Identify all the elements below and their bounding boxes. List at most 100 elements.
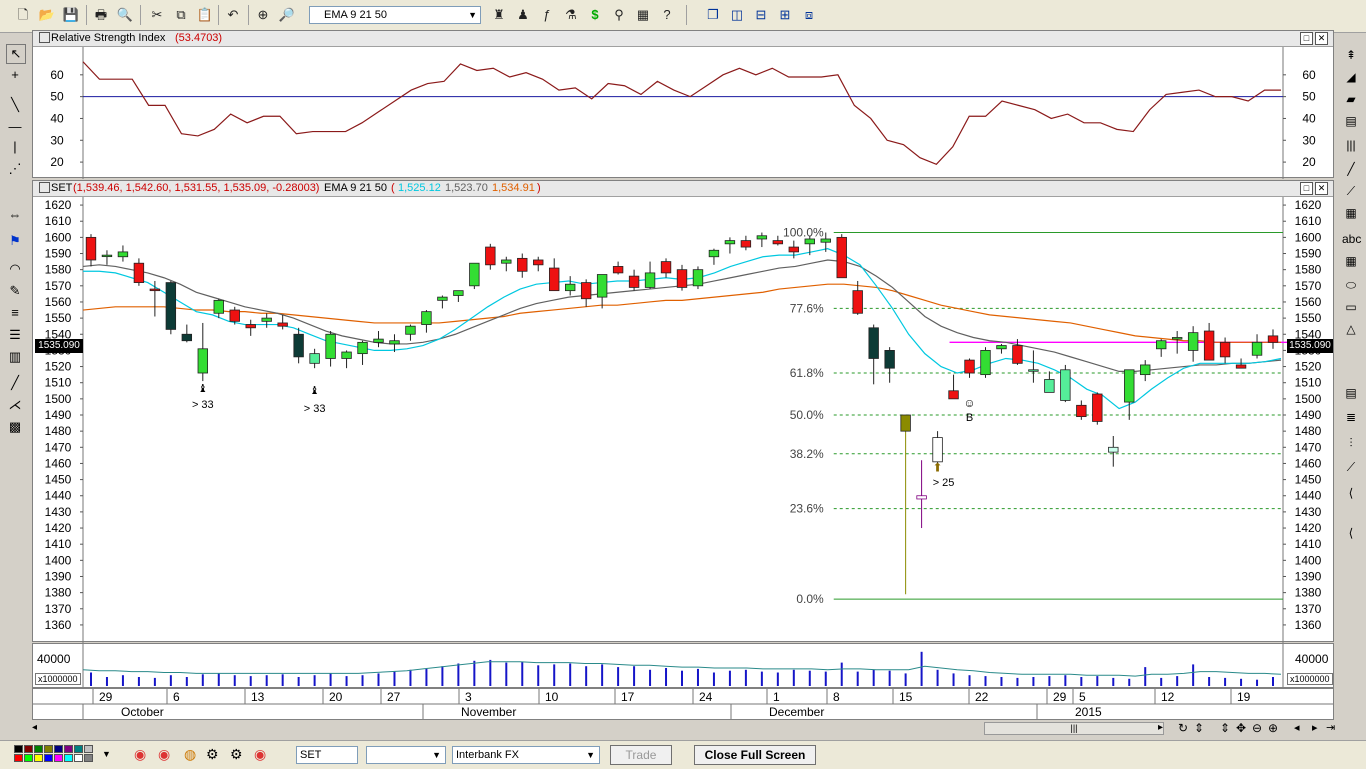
close-icon[interactable]: ✕	[1315, 182, 1328, 195]
palette-swatch[interactable]	[24, 745, 33, 753]
pointer-icon[interactable]: ↖	[6, 44, 26, 64]
data-source-select[interactable]: Interbank FX ▼	[452, 746, 600, 764]
arc-icon[interactable]: ◠	[6, 260, 24, 278]
zoom-tool-icon[interactable]: ⇔	[6, 206, 24, 224]
pattern-icon[interactable]: ▦	[1342, 204, 1360, 222]
crosshair-icon[interactable]: ⊕	[254, 6, 272, 24]
close-full-screen-button[interactable]: Close Full Screen	[694, 745, 816, 765]
zoom-icon[interactable]: 🔎	[278, 6, 296, 24]
prev-page-icon[interactable]: ◂	[1294, 721, 1300, 734]
copy-icon[interactable]: ⧉	[172, 6, 190, 24]
refresh-quote-icon[interactable]: ◍	[184, 746, 196, 763]
maximize-icon[interactable]: □	[1300, 32, 1313, 45]
pane-menu-icon[interactable]	[39, 32, 50, 43]
triangle-icon[interactable]: △	[1342, 320, 1360, 338]
price-pane[interactable]: SET (1,539.46, 1,542.60, 1,531.55, 1,535…	[32, 180, 1334, 643]
print-preview-icon[interactable]: 🔍	[116, 6, 134, 24]
properties-icon[interactable]: ▦	[634, 6, 652, 24]
ellipse-icon[interactable]: ⬭	[1342, 276, 1360, 294]
palette-swatch[interactable]	[24, 754, 33, 762]
scanner2-icon[interactable]: ⚙	[230, 746, 243, 763]
palette-swatch[interactable]	[84, 745, 93, 753]
zoom-out-icon[interactable]: ⊖	[1252, 721, 1262, 735]
fib-fan-icon[interactable]: ☰	[6, 326, 24, 344]
last-page-icon[interactable]: ⇥	[1326, 721, 1335, 734]
browser-icon[interactable]: ◉	[134, 746, 146, 763]
maximize-icon[interactable]: □	[1300, 182, 1313, 195]
fit-icon[interactable]: ⇕	[1194, 721, 1204, 735]
palette-swatch[interactable]	[54, 754, 63, 762]
ruler-icon[interactable]: ▤	[1342, 112, 1360, 130]
palette-swatch[interactable]	[34, 745, 43, 753]
palette-swatch[interactable]	[14, 754, 23, 762]
palette-swatch[interactable]	[14, 745, 23, 753]
palette-swatch[interactable]	[44, 754, 53, 762]
volume-pane[interactable]: 40000 40000 x1000000 x1000000	[32, 643, 1334, 688]
calculator-icon[interactable]: ▦	[1342, 252, 1360, 270]
channel-icon[interactable]: ▰	[1342, 90, 1360, 108]
paste-icon[interactable]: 📋	[196, 6, 214, 24]
trade-button[interactable]: Trade	[610, 745, 672, 765]
refresh-icon[interactable]: ↻	[1178, 721, 1188, 735]
cut-icon[interactable]: ✂	[148, 6, 166, 24]
expert-icon[interactable]: ♟	[514, 6, 532, 24]
next-page-icon[interactable]: ▸	[1312, 721, 1318, 734]
layout-icon[interactable]: ⧈	[800, 6, 818, 24]
flag-icon[interactable]: ⚑	[6, 232, 24, 250]
dollar-icon[interactable]: $	[586, 6, 604, 24]
pencil-icon[interactable]: ✎	[6, 282, 24, 300]
open-folder-icon[interactable]: 📂	[38, 6, 56, 24]
gann-icon[interactable]: ▤	[1342, 384, 1360, 402]
trendline-icon[interactable]: ╲	[6, 96, 24, 114]
diagonal-icon[interactable]: ╱	[1342, 160, 1360, 178]
fan-icon[interactable]: ⟋	[1342, 182, 1360, 200]
palette-swatch[interactable]	[84, 754, 93, 762]
zoom-in-icon[interactable]: ⊕	[1268, 721, 1278, 735]
print-icon[interactable]: 🖶	[92, 6, 110, 24]
tile-horizontal-icon[interactable]: ⊟	[752, 6, 770, 24]
template-icon[interactable]: ♜	[490, 6, 508, 24]
fib-retracement-icon[interactable]: ≡	[6, 304, 24, 322]
line-tool-icon[interactable]: ╱	[6, 374, 24, 392]
move-icon[interactable]: ✥	[1236, 721, 1246, 735]
vertical-line-icon[interactable]: |	[6, 138, 24, 156]
symbol-input[interactable]: SET	[296, 746, 358, 764]
wedge-icon[interactable]: ◢	[1342, 68, 1360, 86]
stripes-icon[interactable]: |||	[1342, 136, 1360, 154]
horizontal-line-icon[interactable]: —	[6, 118, 24, 136]
horizontal-scrollbar-thumb[interactable]: |||	[984, 722, 1164, 735]
cycle-icon[interactable]: ⫶	[1342, 434, 1360, 452]
cascade-icon[interactable]: ❐	[704, 6, 722, 24]
help-icon[interactable]: ?	[658, 6, 676, 24]
pitchfork-icon[interactable]: ⋰	[6, 160, 24, 178]
browser-icon[interactable]: ◉	[158, 746, 170, 763]
save-icon[interactable]: 💾	[62, 6, 80, 24]
color-palette[interactable]	[14, 745, 98, 765]
grid-tool-icon[interactable]: ▩	[6, 418, 24, 436]
scroll-left-icon[interactable]: ◂	[32, 722, 37, 733]
palette-swatch[interactable]	[34, 754, 43, 762]
elliott-icon[interactable]: ≣	[1342, 408, 1360, 426]
palette-swatch[interactable]	[74, 754, 83, 762]
curve-icon[interactable]: ⟨	[1342, 524, 1360, 542]
scroll-up-icon[interactable]: ⇞	[1342, 46, 1360, 64]
scanner-icon[interactable]: ⚙	[206, 746, 219, 763]
period-select[interactable]: ▼	[366, 746, 446, 764]
text-tool-icon[interactable]: abc	[1342, 230, 1361, 248]
browser-icon[interactable]: ◉	[254, 746, 266, 763]
palette-swatch[interactable]	[64, 754, 73, 762]
undo-icon[interactable]: ↶	[224, 6, 242, 24]
rsi-pane[interactable]: Relative Strength Index (53.4703) □ ✕ 60…	[32, 30, 1334, 179]
function-icon[interactable]: ƒ	[538, 6, 556, 24]
tile-grid-icon[interactable]: ⊞	[776, 6, 794, 24]
arrow-tool-icon[interactable]: ⟨	[1342, 484, 1360, 502]
palette-swatch[interactable]	[64, 745, 73, 753]
binoculars-icon[interactable]: ⚲	[610, 6, 628, 24]
speed-lines-icon[interactable]: ⟋	[1342, 458, 1360, 476]
pane-menu-icon[interactable]	[39, 182, 50, 193]
palette-swatch[interactable]	[74, 745, 83, 753]
vscale-icon[interactable]: ⇕	[1220, 721, 1230, 735]
indicator-select[interactable]: EMA 9 21 50 ▼	[309, 6, 481, 24]
trading-icon[interactable]: ⚗	[562, 6, 580, 24]
new-file-icon[interactable]: 🗋	[14, 6, 32, 24]
